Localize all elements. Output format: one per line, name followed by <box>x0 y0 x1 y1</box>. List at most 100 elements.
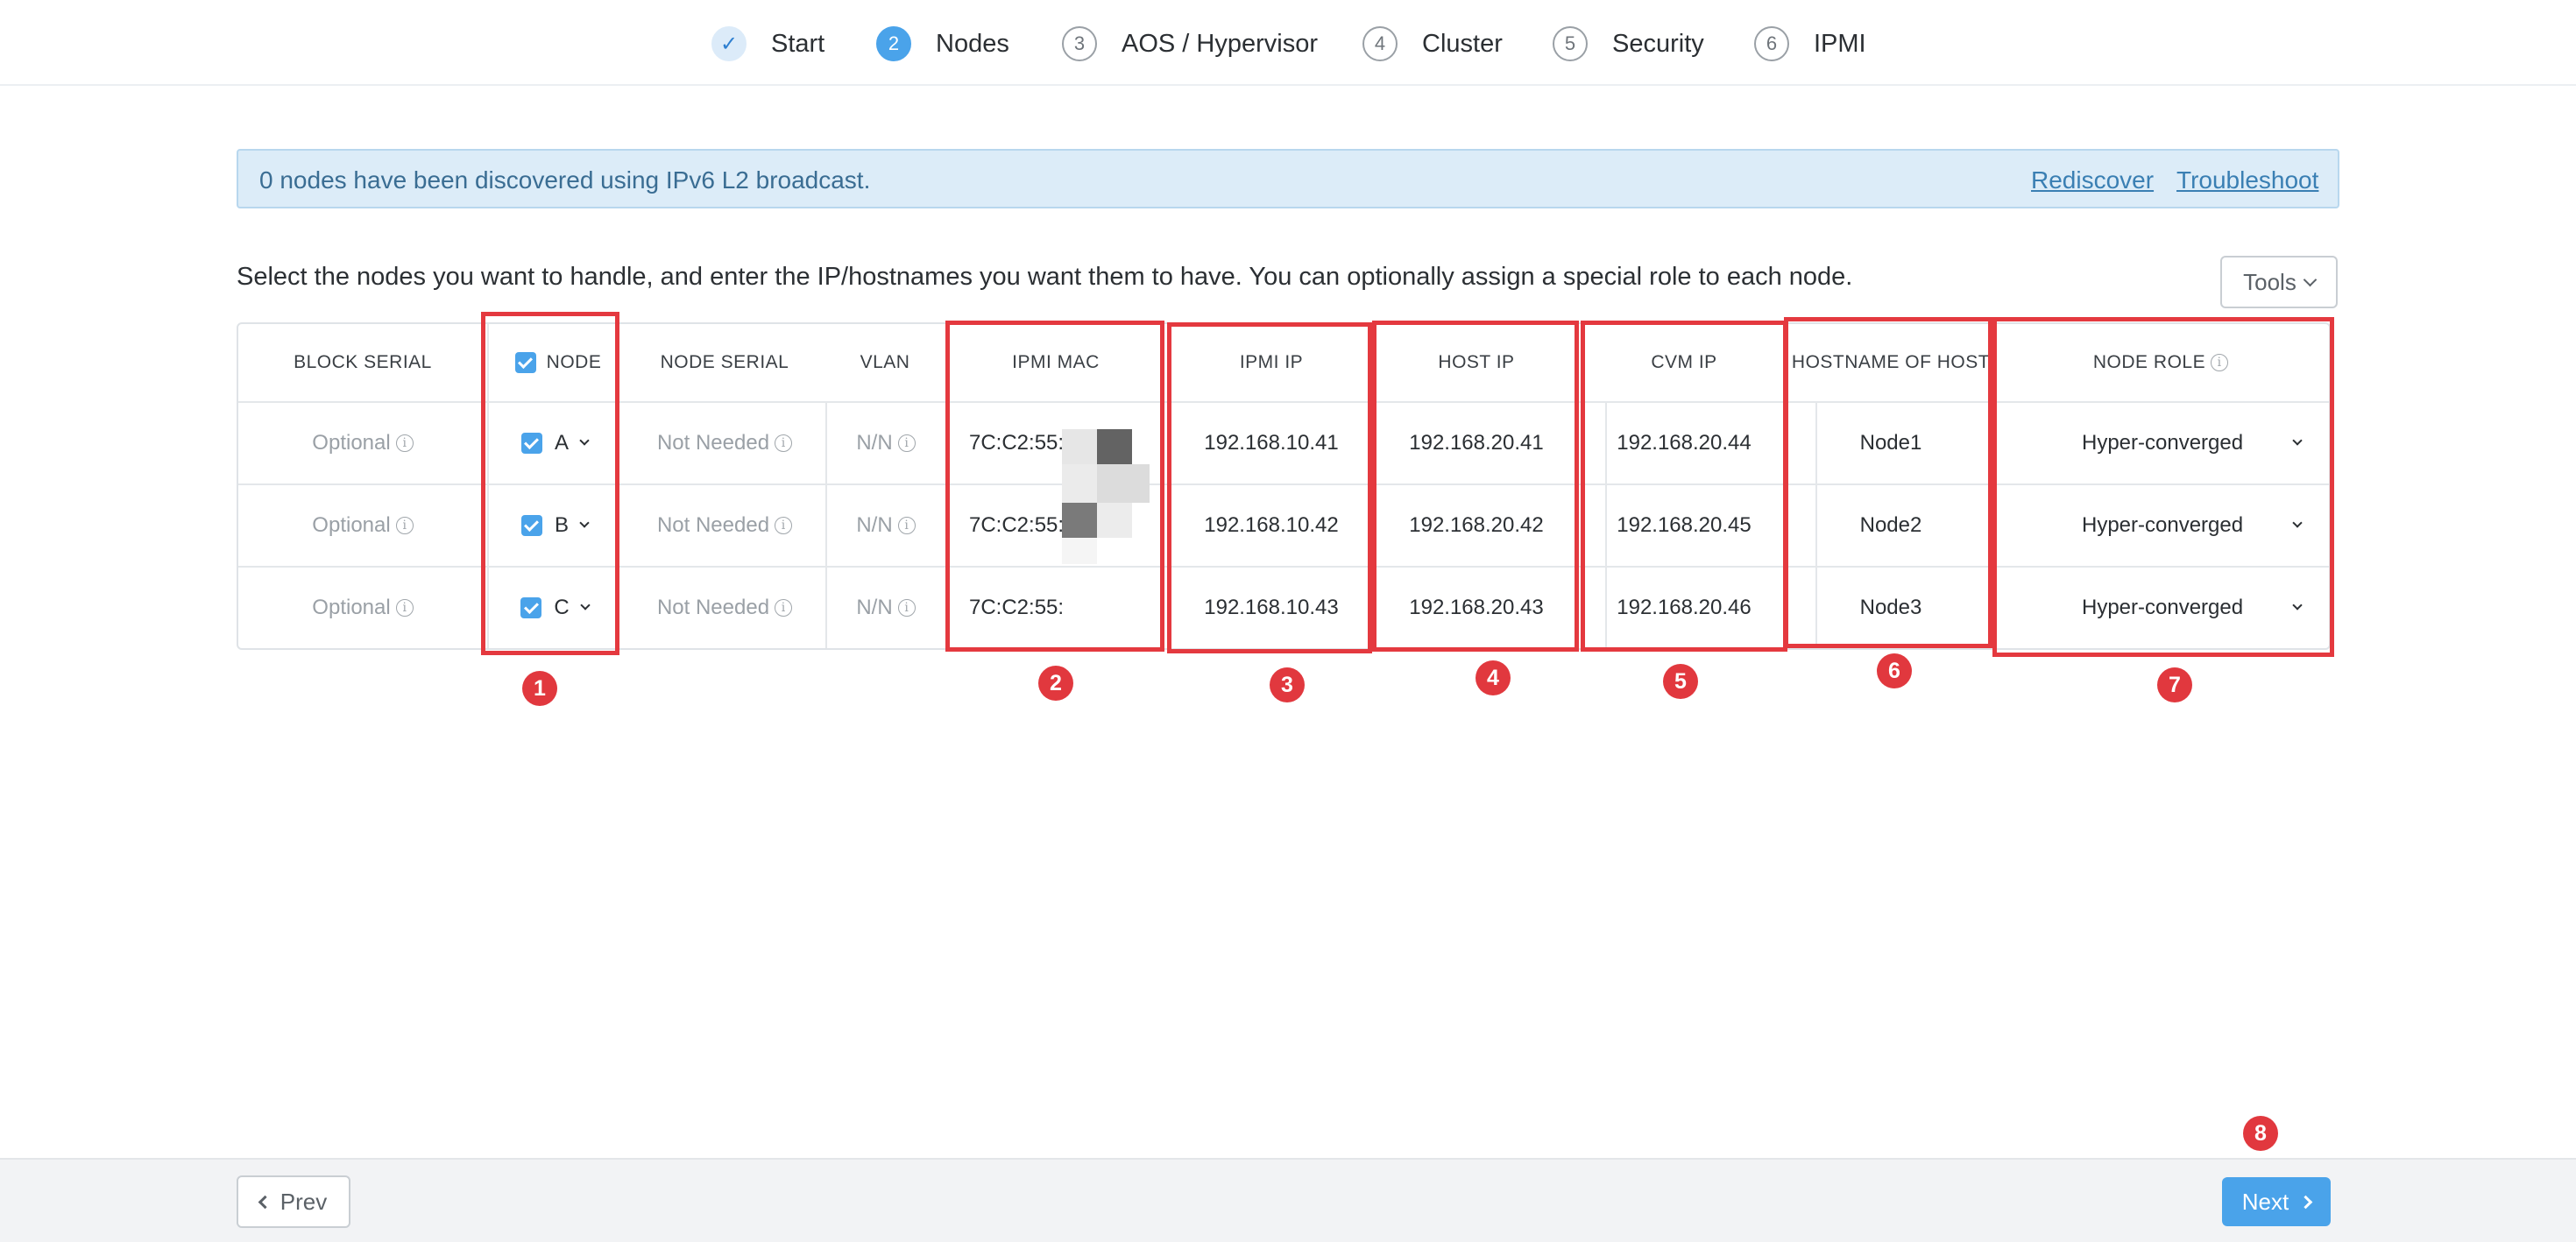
info-icon[interactable]: i <box>897 434 916 452</box>
block-serial-cell[interactable]: Optional i <box>238 403 487 483</box>
node-role-value: Hyper-converged <box>2082 513 2244 537</box>
node-role-value: Hyper-converged <box>2082 596 2244 619</box>
prev-label: Prev <box>280 1188 328 1215</box>
redaction-block <box>1062 538 1097 564</box>
troubleshoot-link[interactable]: Troubleshoot <box>2176 166 2318 194</box>
cvm-ip-cell[interactable]: 192.168.20.45 <box>1579 485 1789 566</box>
node-serial-cell: Not Needed i <box>624 485 825 566</box>
host-ip-cell[interactable]: 192.168.20.43 <box>1374 568 1579 648</box>
redaction-block <box>1062 464 1097 503</box>
node-checkbox[interactable] <box>520 515 542 536</box>
step-number: 4 <box>1362 26 1398 61</box>
chevron-down-icon[interactable] <box>579 518 590 528</box>
annotation-badge-5: 5 <box>1663 664 1698 699</box>
vlan-cell: N/N i <box>827 568 945 648</box>
annotation-badge-3: 3 <box>1270 667 1305 702</box>
node-serial-cell: Not Needed i <box>624 403 825 483</box>
node-checkbox[interactable] <box>520 597 542 618</box>
discovery-banner: 0 nodes have been discovered using IPv6 … <box>237 149 2339 208</box>
ipmi-ip-cell[interactable]: 192.168.10.43 <box>1169 568 1374 648</box>
host-ip-cell[interactable]: 192.168.20.41 <box>1374 403 1579 483</box>
hostname-cell[interactable]: Node3 <box>1789 568 1992 648</box>
info-icon[interactable]: i <box>897 517 916 534</box>
node-serial-value: Not Needed <box>656 431 770 455</box>
select-all-checkbox[interactable] <box>514 352 536 373</box>
header-host-ip: HOST IP <box>1438 352 1515 372</box>
chevron-down-icon <box>2292 435 2303 446</box>
vlan-cell: N/N i <box>827 485 945 566</box>
step-number: 6 <box>1754 26 1789 61</box>
hostname-cell[interactable]: Node1 <box>1789 403 1992 483</box>
step-number: 2 <box>876 26 911 61</box>
banner-message: 0 nodes have been discovered using IPv6 … <box>259 166 871 194</box>
block-serial-cell[interactable]: Optional i <box>238 485 487 566</box>
step-number: 3 <box>1062 26 1097 61</box>
chevron-down-icon <box>2303 272 2318 286</box>
header-node: NODE <box>492 324 624 401</box>
node-serial-value: Not Needed <box>656 596 770 619</box>
annotation-badge-6: 6 <box>1877 653 1912 688</box>
info-icon[interactable]: i <box>775 599 793 617</box>
ipmi-ip-cell[interactable]: 192.168.10.41 <box>1169 403 1374 483</box>
header-node-role-label: NODE ROLE <box>2092 352 2206 372</box>
vlan-value: N/N <box>856 431 893 455</box>
ipmi-mac-cell[interactable]: 7C:C2:55: <box>969 568 1074 648</box>
chevron-down-icon[interactable] <box>580 600 591 610</box>
host-ip-cell[interactable]: 192.168.20.42 <box>1374 485 1579 566</box>
ipmi-mac-cell[interactable]: 7C:C2:55: <box>969 485 1074 566</box>
node-position[interactable]: B <box>555 513 569 538</box>
header-cvm-ip: CVM IP <box>1651 352 1717 372</box>
node-position[interactable]: A <box>555 431 569 455</box>
vlan-cell: N/N i <box>827 403 945 483</box>
redaction-block <box>1062 429 1097 464</box>
step-ipmi[interactable]: 6 IPMI <box>1754 26 1866 61</box>
chevron-right-icon <box>2298 1195 2313 1209</box>
info-icon[interactable]: i <box>395 434 414 452</box>
nodes-table: BLOCK SERIAL NODE NODE SERIAL VLAN IPMI … <box>237 322 2331 650</box>
block-serial-placeholder: Optional <box>312 596 391 619</box>
annotation-badge-4: 4 <box>1476 660 1511 695</box>
node-serial-value: Not Needed <box>656 513 770 537</box>
cvm-ip-cell[interactable]: 192.168.20.44 <box>1579 403 1789 483</box>
node-position[interactable]: C <box>554 596 569 620</box>
chevron-down-icon <box>2292 600 2303 610</box>
prev-button[interactable]: Prev <box>237 1175 350 1228</box>
info-icon[interactable]: i <box>775 434 793 452</box>
redaction-block <box>1097 503 1132 538</box>
chevron-left-icon <box>258 1195 272 1209</box>
tools-label: Tools <box>2243 268 2296 295</box>
info-icon[interactable]: i <box>395 517 414 534</box>
node-cell: C <box>498 568 612 648</box>
tools-dropdown[interactable]: Tools <box>2220 256 2338 308</box>
cvm-ip-cell[interactable]: 192.168.20.46 <box>1579 568 1789 648</box>
block-serial-cell[interactable]: Optional i <box>238 568 487 648</box>
next-button[interactable]: Next <box>2222 1177 2331 1226</box>
block-serial-placeholder: Optional <box>312 513 391 537</box>
info-icon[interactable]: i <box>2211 354 2229 371</box>
block-serial-placeholder: Optional <box>312 431 391 455</box>
vlan-value: N/N <box>856 513 893 537</box>
ipmi-mac-cell[interactable]: 7C:C2:55: <box>969 403 1074 483</box>
node-checkbox[interactable] <box>520 433 542 454</box>
node-role-select[interactable]: Hyper-converged <box>1994 568 2329 648</box>
info-icon[interactable]: i <box>775 517 793 534</box>
ipmi-ip-cell[interactable]: 192.168.10.42 <box>1169 485 1374 566</box>
header-hostname: HOSTNAME OF HOST <box>1791 352 1991 372</box>
redaction-block <box>1097 429 1132 464</box>
step-aos-hypervisor[interactable]: 3 AOS / Hypervisor <box>1062 26 1318 61</box>
info-icon[interactable]: i <box>395 599 414 617</box>
node-cell: B <box>498 485 612 566</box>
step-security[interactable]: 5 Security <box>1553 26 1704 61</box>
node-role-select[interactable]: Hyper-converged <box>1994 403 2329 483</box>
chevron-down-icon[interactable] <box>579 435 590 446</box>
hostname-cell[interactable]: Node2 <box>1789 485 1992 566</box>
step-start[interactable]: ✓ Start <box>711 26 824 61</box>
step-nodes[interactable]: 2 Nodes <box>876 26 1009 61</box>
instructions-text: Select the nodes you want to handle, and… <box>237 263 1853 291</box>
node-cell: A <box>498 403 612 483</box>
node-role-select[interactable]: Hyper-converged <box>1994 485 2329 566</box>
rediscover-link[interactable]: Rediscover <box>2031 166 2154 194</box>
next-label: Next <box>2241 1188 2289 1215</box>
info-icon[interactable]: i <box>897 599 916 617</box>
step-cluster[interactable]: 4 Cluster <box>1362 26 1503 61</box>
